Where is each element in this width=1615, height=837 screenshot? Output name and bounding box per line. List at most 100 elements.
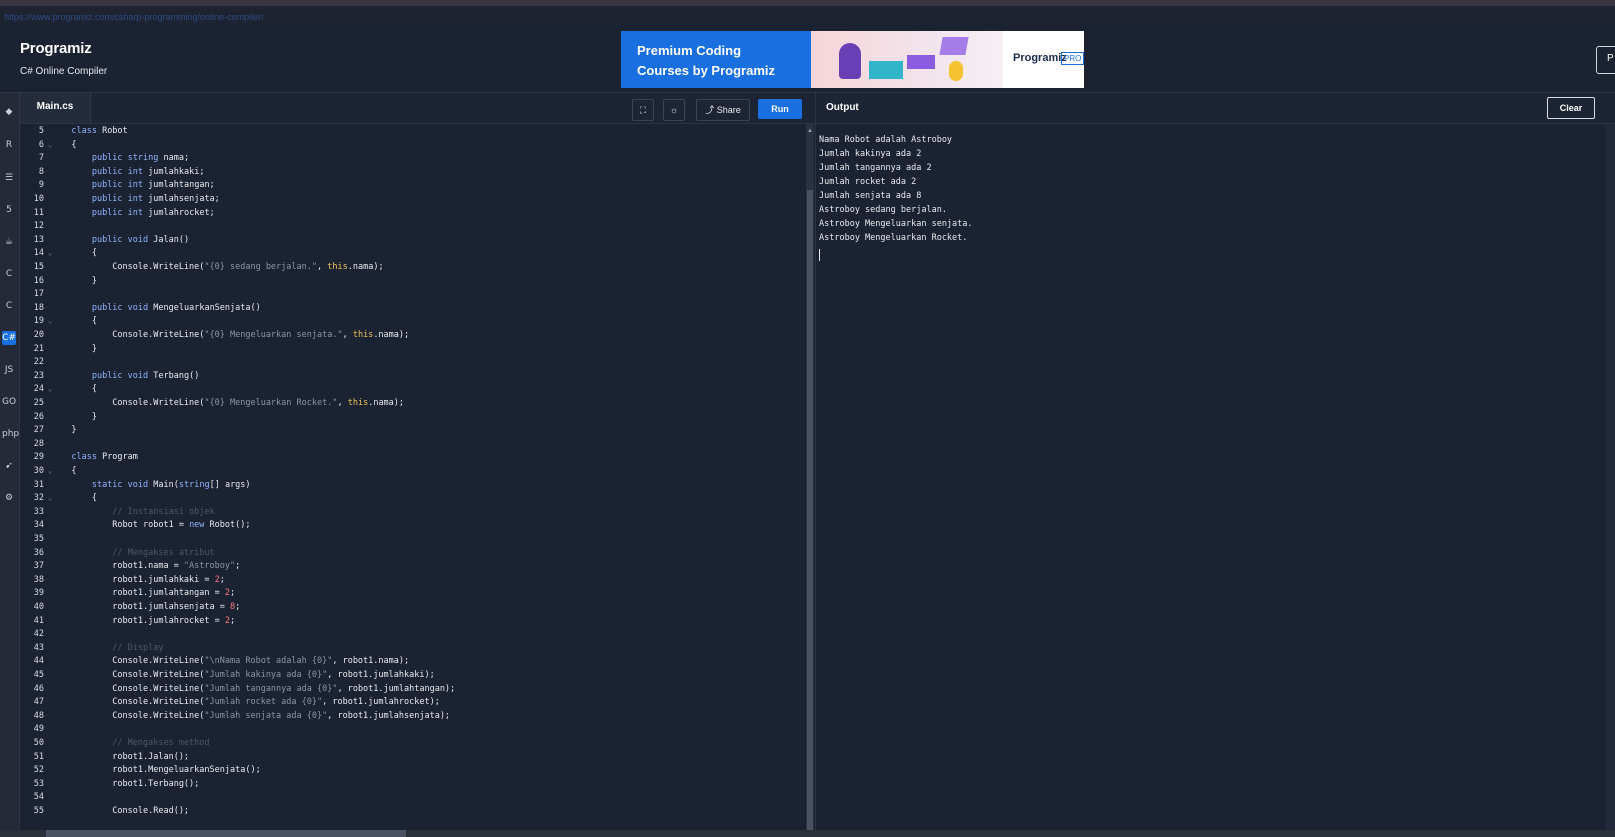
c-icon[interactable]: C (2, 267, 16, 281)
go-icon[interactable]: GO (2, 395, 16, 409)
programiz-logo[interactable]: Programiz (20, 40, 92, 57)
code-text[interactable]: robot1.jumlahkaki = 2; (56, 573, 225, 587)
code-text[interactable]: { (56, 382, 97, 396)
code-line[interactable]: 24 ⌄ { (20, 382, 800, 396)
share-button[interactable]: ⤴ Share (696, 99, 750, 121)
code-line[interactable]: 51 robot1.Jalan(); (20, 750, 800, 764)
code-text[interactable]: robot1.jumlahtangan = 2; (56, 586, 235, 600)
code-line[interactable]: 35 (20, 532, 800, 546)
code-line[interactable]: 10 public int jumlahsenjata; (20, 192, 800, 206)
fold-chevron-icon[interactable]: ⌄ (44, 314, 56, 328)
code-line[interactable]: 12 (20, 219, 800, 233)
code-line[interactable]: 9 public int jumlahtangan; (20, 178, 800, 192)
code-text[interactable] (56, 219, 71, 233)
header-right-button[interactable]: P (1596, 46, 1615, 74)
code-line[interactable]: 30 ⌄ { (20, 464, 800, 478)
tab-main-cs[interactable]: Main.cs (20, 93, 91, 123)
code-text[interactable]: public string nama; (56, 151, 189, 165)
code-text[interactable]: Console.WriteLine("Jumlah rocket ada {0}… (56, 695, 440, 709)
code-text[interactable]: Console.WriteLine("{0} Mengeluarkan Rock… (56, 396, 404, 410)
scroll-up-icon[interactable]: ▲ (806, 128, 814, 134)
code-text[interactable]: robot1.Jalan(); (56, 750, 189, 764)
editor-scroll-thumb[interactable] (807, 190, 813, 830)
fold-chevron-icon[interactable]: ⌄ (44, 246, 56, 260)
code-text[interactable]: { (56, 138, 76, 152)
code-line[interactable]: 11 public int jumlahrocket; (20, 206, 800, 220)
code-line[interactable]: 26 } (20, 410, 800, 424)
code-line[interactable]: 33 // Instansiasi objek (20, 505, 800, 519)
code-line[interactable]: 19 ⌄ { (20, 314, 800, 328)
code-line[interactable]: 20 Console.WriteLine("{0} Mengeluarkan s… (20, 328, 800, 342)
code-text[interactable]: robot1.Terbang(); (56, 777, 199, 791)
code-text[interactable]: Console.WriteLine("{0} sedang berjalan."… (56, 260, 383, 274)
code-line[interactable]: 53 robot1.Terbang(); (20, 777, 800, 791)
code-line[interactable]: 34 Robot robot1 = new Robot(); (20, 518, 800, 532)
code-line[interactable]: 23 public void Terbang() (20, 369, 800, 383)
code-text[interactable] (56, 790, 71, 804)
code-text[interactable]: } (56, 423, 76, 437)
code-text[interactable]: Console.WriteLine("{0} Mengeluarkan senj… (56, 328, 409, 342)
code-line[interactable]: 7 public string nama; (20, 151, 800, 165)
code-line[interactable]: 28 (20, 437, 800, 451)
code-line[interactable]: 31 static void Main(string[] args) (20, 478, 800, 492)
code-text[interactable] (56, 287, 71, 301)
code-line[interactable]: 15 Console.WriteLine("{0} sedang berjala… (20, 260, 800, 274)
code-line[interactable]: 42 (20, 627, 800, 641)
fold-chevron-icon[interactable]: ⌄ (44, 382, 56, 396)
code-line[interactable]: 17 (20, 287, 800, 301)
code-text[interactable]: public int jumlahrocket; (56, 206, 215, 220)
code-line[interactable]: 41 robot1.jumlahrocket = 2; (20, 614, 800, 628)
java-icon[interactable]: ☕ (2, 235, 16, 249)
fullscreen-button[interactable]: ⛶ (632, 99, 654, 121)
ad-banner[interactable]: Premium Coding Courses by Programiz Prog… (621, 31, 1084, 88)
code-line[interactable]: 39 robot1.jumlahtangan = 2; (20, 586, 800, 600)
code-text[interactable]: } (56, 274, 97, 288)
page-url-link[interactable]: https://www.programiz.com/csharp-program… (4, 12, 264, 22)
code-text[interactable]: Console.WriteLine("Jumlah kakinya ada {0… (56, 668, 434, 682)
code-text[interactable]: class Program (56, 450, 138, 464)
fold-chevron-icon[interactable]: ⌄ (44, 138, 56, 152)
code-line[interactable]: 38 robot1.jumlahkaki = 2; (20, 573, 800, 587)
editor-scrollbar[interactable]: ▲ (806, 124, 814, 830)
code-text[interactable] (56, 355, 71, 369)
output-scrollbar[interactable] (1605, 124, 1615, 830)
code-text[interactable]: } (56, 342, 97, 356)
js-icon[interactable]: JS (2, 363, 16, 377)
code-line[interactable]: 36 // Mengakses atribut (20, 546, 800, 560)
output-console[interactable]: Nama Robot adalah Astroboy Jumlah kakinya… (815, 124, 1606, 830)
code-text[interactable]: public int jumlahsenjata; (56, 192, 220, 206)
code-line[interactable]: 5 class Robot (20, 124, 800, 138)
code-text[interactable]: robot1.MengeluarkanSenjata(); (56, 763, 260, 777)
code-text[interactable]: { (56, 464, 76, 478)
python-icon[interactable]: ◆ (2, 105, 16, 119)
code-line[interactable]: 47 Console.WriteLine("Jumlah rocket ada … (20, 695, 800, 709)
code-text[interactable]: } (56, 410, 97, 424)
theme-toggle-button[interactable]: ☼ (663, 99, 685, 121)
r-icon[interactable]: R (2, 138, 16, 152)
code-line[interactable]: 40 robot1.jumlahsenjata = 8; (20, 600, 800, 614)
code-line[interactable]: 22 (20, 355, 800, 369)
code-text[interactable]: public void Jalan() (56, 233, 189, 247)
sql-icon[interactable]: ☰ (2, 171, 16, 185)
horizontal-scroll-thumb[interactable] (46, 830, 406, 837)
cpp-icon[interactable]: C (2, 299, 16, 313)
code-text[interactable]: public int jumlahtangan; (56, 178, 215, 192)
run-button[interactable]: Run (758, 99, 802, 119)
code-text[interactable]: robot1.jumlahrocket = 2; (56, 614, 235, 628)
code-text[interactable]: // Mengakses atribut (56, 546, 214, 560)
code-line[interactable]: 27 } (20, 423, 800, 437)
code-line[interactable]: 50 // Mengakses method (20, 736, 800, 750)
code-line[interactable]: 37 robot1.nama = "Astroboy"; (20, 559, 800, 573)
code-line[interactable]: 18 public void MengeluarkanSenjata() (20, 301, 800, 315)
code-line[interactable]: 55 Console.Read(); (20, 804, 800, 818)
code-editor[interactable]: 5 class Robot 6 ⌄ {7 public string nama; 8 … (20, 124, 806, 831)
code-text[interactable]: public void MengeluarkanSenjata() (56, 301, 261, 315)
code-text[interactable]: public void Terbang() (56, 369, 200, 383)
code-text[interactable] (56, 627, 71, 641)
code-line[interactable]: 52 robot1.MengeluarkanSenjata(); (20, 763, 800, 777)
code-line[interactable]: 49 (20, 722, 800, 736)
csharp-icon[interactable]: C# (2, 331, 16, 345)
code-line[interactable]: 29 class Program (20, 450, 800, 464)
code-text[interactable]: // Display (56, 641, 163, 655)
code-text[interactable]: Console.Read(); (56, 804, 189, 818)
